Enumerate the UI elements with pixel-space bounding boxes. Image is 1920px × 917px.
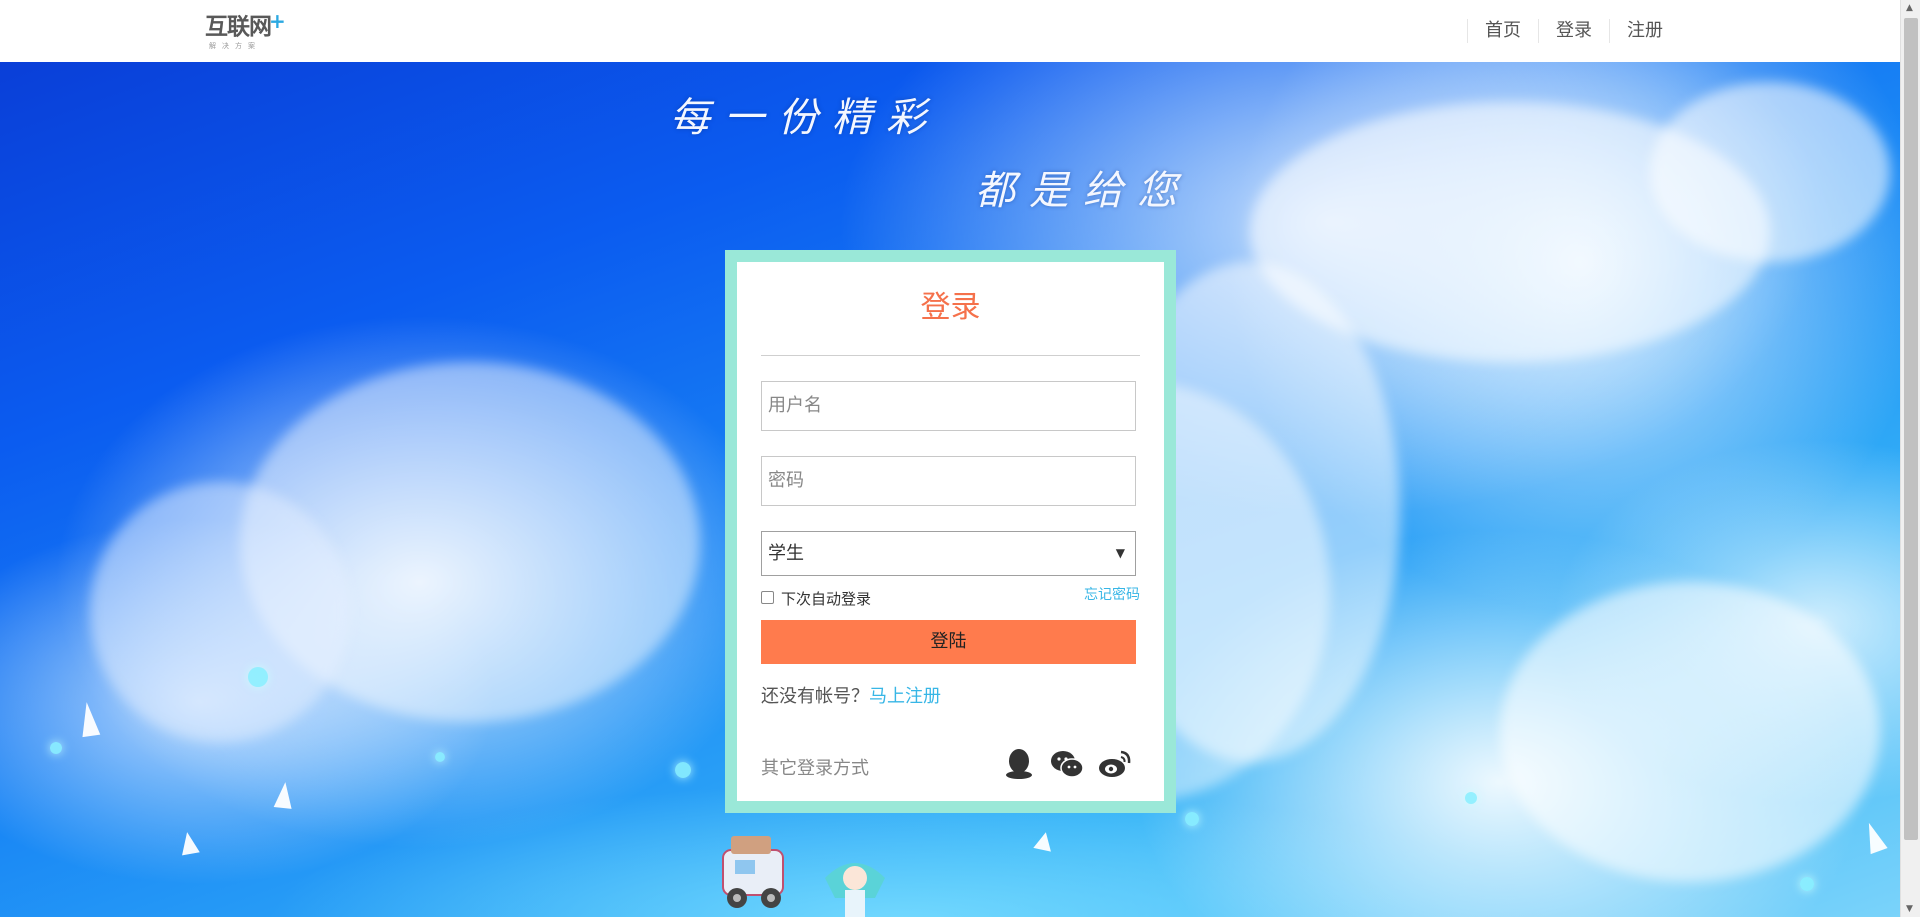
role-select[interactable]: 学生 ▼	[761, 531, 1136, 576]
role-select-value: 学生	[768, 543, 804, 564]
chevron-down-icon: ▼	[1115, 546, 1125, 560]
vertical-scrollbar[interactable]: ▲ ▼	[1900, 0, 1920, 917]
ice-shard	[77, 700, 101, 738]
light-orb	[675, 762, 691, 778]
ice-shard	[1033, 830, 1055, 852]
light-orb	[435, 752, 445, 762]
site-logo[interactable]: 互联网 + 解决方案	[205, 9, 286, 53]
slogan-line-1: 每一份精彩	[670, 95, 940, 141]
scroll-down-icon[interactable]: ▼	[1906, 904, 1913, 914]
login-title: 登录	[761, 262, 1140, 356]
nav-login[interactable]: 登录	[1538, 19, 1609, 43]
remember-row: 下次自动登录 忘记密码	[761, 584, 1140, 612]
login-panel-frame: 登录 用户名 密码 学生 ▼ 下次自动登录 忘记密码 登陆 还没有帐号？马上注册…	[725, 250, 1176, 813]
qq-icon[interactable]	[1001, 746, 1037, 782]
password-input[interactable]: 密码	[761, 456, 1136, 506]
logo-subtitle: 解决方案	[209, 42, 261, 50]
weibo-icon[interactable]	[1097, 746, 1133, 782]
username-input[interactable]: 用户名	[761, 381, 1136, 431]
nav-register[interactable]: 注册	[1609, 19, 1680, 43]
register-row: 还没有帐号？马上注册	[761, 682, 1140, 708]
light-orb	[1465, 792, 1477, 804]
vehicle-illustration	[722, 836, 784, 908]
light-orb	[1800, 877, 1814, 891]
login-submit-button[interactable]: 登陆	[761, 620, 1136, 664]
login-panel: 登录 用户名 密码 学生 ▼ 下次自动登录 忘记密码 登陆 还没有帐号？马上注册…	[737, 262, 1164, 801]
ice-shard	[273, 781, 295, 809]
top-nav: 首页 登录 注册	[1467, 19, 1680, 43]
top-header: 互联网 + 解决方案 首页 登录 注册	[0, 0, 1900, 62]
remember-checkbox[interactable]	[761, 591, 774, 604]
wechat-icon[interactable]	[1049, 746, 1085, 782]
remember-label[interactable]: 下次自动登录	[781, 588, 871, 609]
forgot-password-link[interactable]: 忘记密码	[1084, 584, 1140, 604]
cloud	[1500, 582, 1880, 882]
other-login-row: 其它登录方式	[761, 746, 1140, 786]
light-orb	[50, 742, 62, 754]
character-illustration	[825, 863, 885, 917]
scroll-up-icon[interactable]: ▲	[1906, 3, 1913, 13]
logo-plus: +	[269, 9, 286, 33]
light-orb	[248, 667, 268, 687]
scrollbar-thumb[interactable]	[1904, 18, 1918, 840]
ice-shard	[178, 830, 200, 856]
register-link[interactable]: 马上注册	[869, 686, 941, 707]
light-orb	[1185, 812, 1199, 826]
ice-shard	[1860, 819, 1888, 855]
slogan-line-2: 都是给您	[975, 168, 1191, 214]
other-login-label: 其它登录方式	[761, 758, 869, 779]
nav-home[interactable]: 首页	[1467, 19, 1538, 43]
cloud	[1650, 82, 1890, 262]
no-account-text: 还没有帐号？	[761, 686, 869, 707]
cloud	[90, 482, 350, 742]
